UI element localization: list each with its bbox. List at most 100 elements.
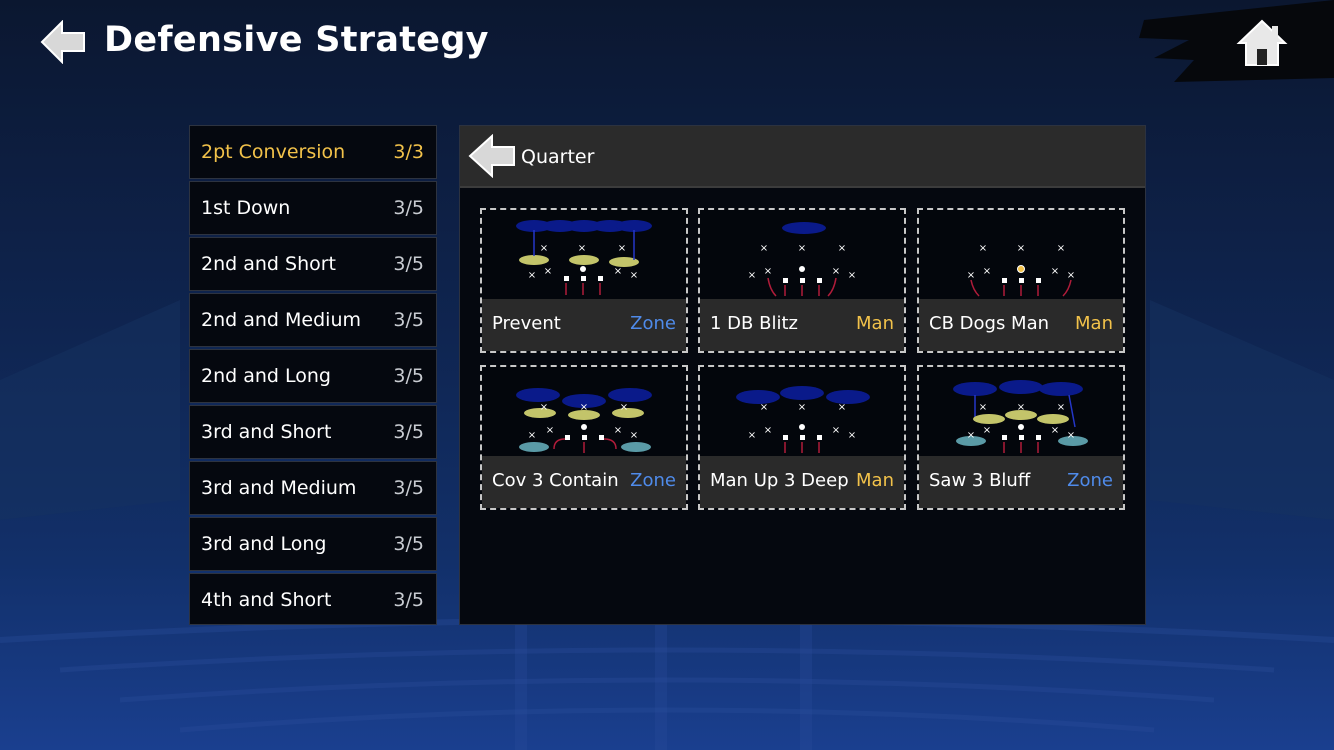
play-card-footer: CB Dogs Man Man	[919, 299, 1123, 351]
home-icon[interactable]	[1236, 18, 1288, 68]
play-card-cov-3-contain[interactable]: × × × × × × × Cov 3 Contain Zone	[480, 365, 688, 510]
back-arrow-icon[interactable]	[40, 19, 86, 65]
svg-text:×: ×	[798, 243, 806, 254]
svg-text:×: ×	[1017, 402, 1025, 413]
situation-item-3rd-and-short[interactable]: 3rd and Short 3/5	[189, 405, 437, 459]
play-card-footer: Man Up 3 Deep Man	[700, 456, 904, 508]
play-name: Prevent	[492, 313, 561, 334]
coverage-type: Man	[1075, 313, 1113, 334]
play-card-footer: Cov 3 Contain Zone	[482, 456, 686, 508]
play-name: Saw 3 Bluff	[929, 470, 1031, 491]
play-card-footer: 1 DB Blitz Man	[700, 299, 904, 351]
play-diagram: × × × × × × ×	[748, 222, 856, 297]
play-name: Cov 3 Contain	[492, 470, 619, 491]
svg-text:×: ×	[1051, 425, 1059, 436]
svg-text:×: ×	[848, 430, 856, 441]
situation-count: 3/5	[393, 477, 424, 499]
svg-text:×: ×	[748, 270, 756, 281]
svg-text:×: ×	[838, 243, 846, 254]
svg-text:×: ×	[967, 270, 975, 281]
situation-count: 3/5	[393, 253, 424, 275]
play-card-footer: Prevent Zone	[482, 299, 686, 351]
situation-count: 3/5	[393, 309, 424, 331]
play-card-cb-dogs-man[interactable]: × × × × × × × CB Dogs Man Man	[917, 208, 1125, 353]
svg-text:×: ×	[748, 430, 756, 441]
svg-text:×: ×	[528, 270, 536, 281]
situation-label: 1st Down	[201, 197, 291, 219]
situation-item-2pt-conversion[interactable]: 2pt Conversion 3/3	[189, 125, 437, 179]
svg-text:×: ×	[540, 402, 548, 413]
svg-text:×: ×	[760, 243, 768, 254]
svg-text:×: ×	[546, 425, 554, 436]
svg-text:×: ×	[614, 425, 622, 436]
situation-count: 3/5	[393, 589, 424, 611]
svg-text:×: ×	[983, 266, 991, 277]
situation-label: 2nd and Short	[201, 253, 337, 275]
situation-count: 3/5	[393, 197, 424, 219]
situation-count: 3/5	[393, 533, 424, 555]
play-diagram: × × × × × × ×	[516, 388, 652, 453]
play-diagram: × × × × × × ×	[516, 220, 652, 295]
svg-text:×: ×	[764, 425, 772, 436]
coverage-type: Man	[856, 313, 894, 334]
play-card-prevent[interactable]: × × × × × × × Prevent Zone	[480, 208, 688, 353]
situation-label: 2nd and Medium	[201, 309, 361, 331]
svg-text:×: ×	[760, 402, 768, 413]
play-card-saw-3-bluff[interactable]: × × × × × × × Saw 3 Bluff Zone	[917, 365, 1125, 510]
svg-text:×: ×	[967, 430, 975, 441]
play-card-man-up-3-deep[interactable]: × × × × × × × Man Up 3 Deep Man	[698, 365, 906, 510]
panel-header: Quarter	[460, 126, 1145, 188]
situation-item-3rd-and-long[interactable]: 3rd and Long 3/5	[189, 517, 437, 571]
svg-text:×: ×	[832, 425, 840, 436]
situation-item-1st-down[interactable]: 1st Down 3/5	[189, 181, 437, 235]
svg-text:×: ×	[578, 243, 586, 254]
situation-count: 3/5	[393, 365, 424, 387]
quarter-back-arrow-icon[interactable]	[468, 133, 516, 179]
situation-item-4th-and-short[interactable]: 4th and Short 3/5	[189, 573, 437, 625]
play-diagram: × × × × × × ×	[736, 386, 870, 453]
brush-stroke-decoration	[1139, 0, 1334, 82]
svg-text:×: ×	[798, 402, 806, 413]
situation-list: 2pt Conversion 3/3 1st Down 3/5 2nd and …	[189, 125, 437, 625]
situation-label: 3rd and Medium	[201, 477, 357, 499]
svg-text:×: ×	[979, 243, 987, 254]
play-card-1-db-blitz[interactable]: × × × × × × × 1 DB Blitz Man	[698, 208, 906, 353]
coverage-type: Man	[856, 470, 894, 491]
plays-panel: Quarter × × × × × × × Prevent Zone × × × × × × × 1 D…	[459, 125, 1146, 625]
svg-text:×: ×	[618, 243, 626, 254]
situation-item-2nd-and-medium[interactable]: 2nd and Medium 3/5	[189, 293, 437, 347]
play-card-footer: Saw 3 Bluff Zone	[919, 456, 1123, 508]
svg-text:×: ×	[620, 402, 628, 413]
situation-label: 3rd and Long	[201, 533, 327, 555]
coverage-type: Zone	[1067, 470, 1113, 491]
svg-text:×: ×	[1051, 266, 1059, 277]
svg-text:×: ×	[630, 430, 638, 441]
svg-text:×: ×	[528, 430, 536, 441]
svg-text:×: ×	[630, 270, 638, 281]
play-diagram: × × × × × × ×	[967, 243, 1075, 297]
situation-count: 3/5	[393, 421, 424, 443]
play-name: CB Dogs Man	[929, 313, 1050, 334]
header: Defensive Strategy	[0, 0, 1334, 90]
situation-label: 2pt Conversion	[201, 141, 346, 163]
svg-text:×: ×	[764, 266, 772, 277]
svg-text:×: ×	[1057, 243, 1065, 254]
play-name: 1 DB Blitz	[710, 313, 798, 334]
svg-text:×: ×	[544, 266, 552, 277]
situation-count: 3/3	[393, 141, 424, 163]
quarter-label[interactable]: Quarter	[521, 146, 594, 168]
svg-text:×: ×	[848, 270, 856, 281]
situation-label: 2nd and Long	[201, 365, 331, 387]
situation-label: 4th and Short	[201, 589, 332, 611]
svg-text:×: ×	[1017, 243, 1025, 254]
svg-text:×: ×	[832, 266, 840, 277]
situation-item-3rd-and-medium[interactable]: 3rd and Medium 3/5	[189, 461, 437, 515]
play-diagram: × × × × × × ×	[953, 380, 1088, 453]
svg-text:×: ×	[580, 402, 588, 413]
coverage-type: Zone	[630, 470, 676, 491]
situation-item-2nd-and-long[interactable]: 2nd and Long 3/5	[189, 349, 437, 403]
situation-item-2nd-and-short[interactable]: 2nd and Short 3/5	[189, 237, 437, 291]
svg-text:×: ×	[838, 402, 846, 413]
svg-text:×: ×	[979, 402, 987, 413]
coverage-type: Zone	[630, 313, 676, 334]
